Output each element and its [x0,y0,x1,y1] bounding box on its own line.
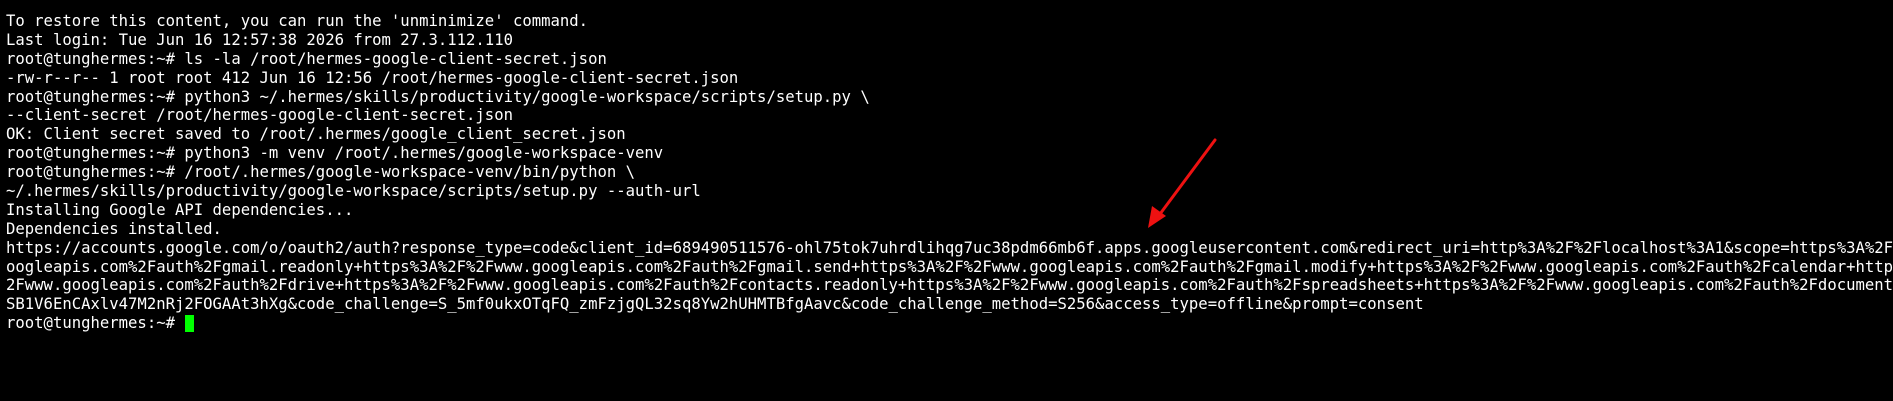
terminal-line: root@tunghermes:~# python3 -m venv /root… [6,144,664,163]
terminal-line: Last login: Tue Jun 16 12:57:38 2026 fro… [6,30,513,49]
current-prompt-line[interactable]: root@tunghermes:~# [6,314,1893,333]
terminal-window[interactable]: To restore this content, you can run the… [6,12,1893,401]
terminal-line: ~/.hermes/skills/productivity/google-wor… [6,182,701,201]
terminal-line: Installing Google API dependencies... [6,200,354,219]
oauth-url-line[interactable]: oogleapis.com%2Fauth%2Fgmail.readonly+ht… [6,258,1893,277]
terminal-line: root@tunghermes:~# /root/.hermes/google-… [6,163,636,182]
terminal-cursor [185,315,195,333]
terminal-line: root@tunghermes:~# ls -la /root/hermes-g… [6,49,607,68]
shell-prompt: root@tunghermes:~# [6,314,185,333]
terminal-line: To restore this content, you can run the… [6,12,589,30]
oauth-url-line[interactable]: 2Fwww.googleapis.com%2Fauth%2Fdrive+http… [6,276,1893,295]
terminal-line: -rw-r--r-- 1 root root 412 Jun 16 12:56 … [6,68,739,87]
oauth-url-line[interactable]: SB1V6EnCAxlv47M2nRj2FOGAAt3hXg&code_chal… [6,295,1893,314]
terminal-line: Dependencies installed. [6,219,222,238]
oauth-url-line[interactable]: https://accounts.google.com/o/oauth2/aut… [6,239,1893,258]
terminal-line: OK: Client secret saved to /root/.hermes… [6,125,626,144]
terminal-line: root@tunghermes:~# python3 ~/.hermes/ski… [6,87,870,106]
terminal-line: --client-secret /root/hermes-google-clie… [6,106,513,125]
